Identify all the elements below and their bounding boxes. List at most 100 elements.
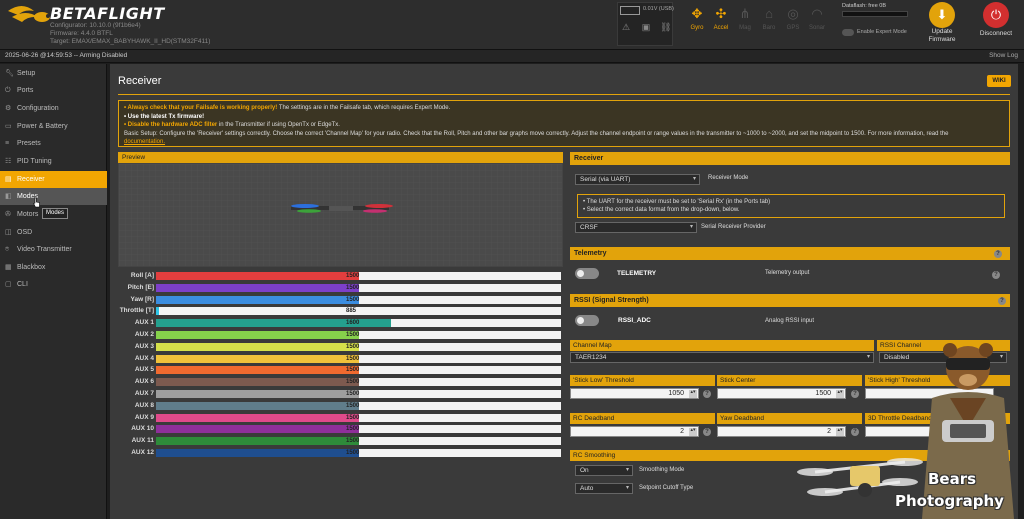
documentation-link[interactable]: documentation. — [124, 139, 165, 145]
rssi-adc-label: RSSI_ADC — [618, 317, 651, 324]
mag-icon: ⋔ — [739, 6, 751, 21]
usb-icon: ⏻ — [983, 2, 1009, 28]
sidebar-item-presets[interactable]: ≡ Presets — [0, 135, 107, 152]
setpoint-cutoff-select[interactable]: Auto ▾ — [575, 483, 633, 494]
channel-bar-fill — [156, 425, 359, 434]
preview-header: Preview — [118, 152, 563, 163]
gear-icon: ⚙ — [5, 105, 12, 112]
help-icon[interactable]: ? — [851, 390, 859, 398]
channel-bar: 885 — [156, 307, 561, 316]
channel-bar: 1500 — [156, 295, 561, 304]
battery-icon: ▭ — [5, 123, 12, 130]
channel-bar: 1500 — [156, 342, 561, 351]
presets-icon: ≡ — [5, 140, 10, 147]
expert-mode-toggle[interactable] — [842, 29, 854, 36]
sidebar-item-receiver[interactable]: ▤ Receiver — [0, 171, 107, 188]
channel-bar: 1500 — [156, 272, 561, 280]
receiver-mode-select[interactable]: Serial (via UART) ▾ — [575, 174, 700, 185]
plug-icon: ⏻ — [5, 87, 11, 94]
help-icon[interactable]: ? — [998, 297, 1006, 305]
model-preview — [118, 163, 563, 267]
sidebar-item-cli[interactable]: ▢ CLI — [0, 276, 107, 293]
sidebar-item-setup[interactable]: 🔧︎ Setup — [0, 65, 107, 82]
warning-icon: ⚠ — [621, 22, 631, 32]
motor-icon: ✇ — [5, 211, 11, 218]
telemetry-panel-header: Telemetry — [570, 247, 1010, 260]
channel-label: AUX 7 — [134, 390, 154, 397]
channel-bar-fill — [156, 449, 359, 457]
help-icon[interactable]: ? — [703, 390, 711, 398]
rssi-panel-header: RSSI (Signal Strength) — [570, 294, 1010, 307]
chevron-down-icon: ▾ — [625, 467, 629, 473]
help-icon[interactable]: ? — [994, 250, 1002, 258]
channel-label: AUX 11 — [131, 437, 154, 445]
channel-label: AUX 3 — [134, 342, 154, 350]
show-log-link[interactable]: Show Log — [989, 52, 1018, 59]
configurator-version: Configurator: 10.10.0 (9f1b6e4) — [50, 22, 141, 29]
update-firmware-button[interactable]: ⬇ Update Firmware — [924, 0, 960, 46]
receiver-help-note: • Always check that your Failsafe is wor… — [118, 100, 1010, 147]
sensor-gps: ◎ GPS — [782, 4, 804, 42]
channel-label: Roll [A] — [130, 272, 154, 279]
baro-icon: ⌂ — [765, 6, 773, 21]
stick-center-input[interactable]: 1500 ▴▾ — [717, 388, 846, 399]
channel-bar: 1500 — [156, 366, 561, 375]
sidebar-item-vtx[interactable]: ⌾ Video Transmitter — [0, 241, 107, 258]
channel-map-select[interactable]: TAER1234 ▾ — [570, 352, 874, 363]
vtx-icon: ⌾ — [5, 246, 10, 253]
disconnect-button[interactable]: ⏻ Disconnect — [974, 0, 1018, 46]
channel-bar-fill — [156, 413, 359, 422]
download-icon: ⬇ — [929, 2, 955, 28]
sidebar-item-ports[interactable]: ⏻ Ports — [0, 82, 107, 99]
telemetry-description: Telemetry output — [765, 270, 810, 276]
channel-bar-fill — [156, 366, 359, 375]
channel-value: 1500 — [346, 332, 360, 338]
rssi-adc-toggle[interactable] — [575, 315, 599, 326]
sidebar-item-osd[interactable]: ◫ OSD — [0, 224, 107, 241]
stick-low-input[interactable]: 1050 ▴▾ — [570, 388, 699, 399]
sidebar-item-modes[interactable]: ◧ Modes — [0, 188, 107, 205]
spinner-icon[interactable]: ▴▾ — [689, 428, 697, 436]
smoothing-mode-select[interactable]: On ▾ — [575, 465, 633, 476]
firmware-version: Firmware: 4.4.0 BTFL — [50, 30, 113, 37]
spinner-icon[interactable]: ▴▾ — [689, 390, 697, 398]
terminal-icon: ▢ — [5, 281, 12, 288]
uart-note: • The UART for the receiver must be set … — [577, 194, 1005, 218]
sensor-accel: ✣ Accel — [710, 4, 732, 42]
channel-value: 1500 — [346, 426, 360, 433]
watermark-line-2: Photography — [895, 492, 1004, 510]
channel-value: 1500 — [346, 450, 360, 456]
rc-deadband-input[interactable]: 2 ▴▾ — [570, 426, 699, 437]
serial-provider-select[interactable]: CRSF ▾ — [575, 222, 697, 233]
channel-value: 1500 — [346, 414, 360, 421]
sidebar-item-configuration[interactable]: ⚙ Configuration — [0, 100, 107, 117]
telemetry-toggle[interactable] — [575, 268, 599, 279]
channel-bar-fill — [156, 272, 359, 280]
channel-label: AUX 9 — [134, 413, 154, 421]
channel-bar: 1600 — [156, 319, 561, 328]
spinner-icon[interactable]: ▴▾ — [836, 390, 844, 398]
channel-bar-fill — [156, 378, 359, 387]
channel-bar: 1500 — [156, 390, 561, 398]
betaflight-bee-logo — [8, 6, 50, 22]
help-icon[interactable]: ? — [992, 271, 1000, 279]
title-divider — [118, 94, 1010, 95]
channel-value: 1500 — [346, 379, 360, 386]
page-title: Receiver — [118, 75, 162, 87]
battery-icon — [620, 6, 640, 15]
channel-bar-fill — [156, 390, 359, 398]
help-icon[interactable]: ? — [703, 428, 711, 436]
sidebar-item-pid-tuning[interactable]: ☷ PID Tuning — [0, 153, 107, 170]
chevron-down-icon: ▾ — [689, 224, 693, 230]
channel-label: AUX 5 — [134, 366, 154, 374]
sliders-icon: ☷ — [5, 158, 12, 165]
blackbox-icon: ▦ — [5, 264, 12, 271]
battery-value: 0.01V (USB) — [643, 6, 674, 12]
sidebar-item-blackbox[interactable]: ▦ Blackbox — [0, 259, 107, 276]
sidebar-item-power[interactable]: ▭ Power & Battery — [0, 118, 107, 135]
channel-bar: 1500 — [156, 283, 561, 292]
wiki-button[interactable]: WIKI — [987, 75, 1011, 87]
channel-bar: 1500 — [156, 437, 561, 446]
channel-bar: 1500 — [156, 413, 561, 422]
osd-icon: ◫ — [5, 229, 12, 236]
